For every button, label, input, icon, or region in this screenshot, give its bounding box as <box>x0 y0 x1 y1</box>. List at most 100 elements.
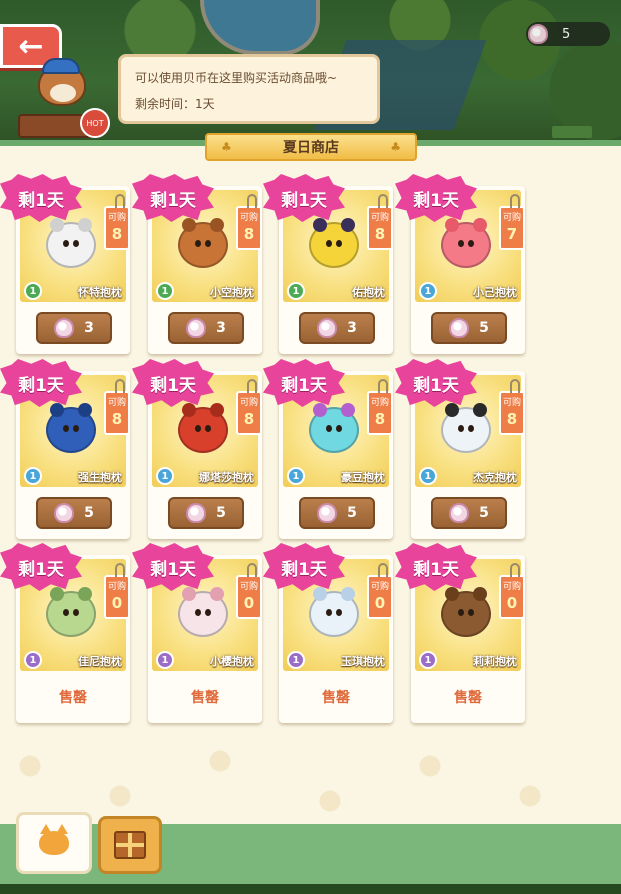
shop-item-card[interactable]: 剩1天 可购 8 1 小空抱枕 3 <box>132 174 262 354</box>
speech-line-intro: 可以使用贝币在这里购买活动商品哦~ <box>135 71 338 85</box>
item-name: 佑抱枕 <box>352 286 385 299</box>
sold-out-label: 售罄 <box>322 690 350 706</box>
item-price: 5 <box>479 320 489 336</box>
buy-limit-label: 可购 <box>370 213 389 223</box>
pond-decoration <box>200 0 320 55</box>
tier-badge: 1 <box>156 282 174 300</box>
shell-coin-icon <box>449 503 470 523</box>
shell-coin-count: 5 <box>562 26 571 42</box>
pillow-pet-icon <box>441 587 491 637</box>
shop-item-card[interactable]: 剩1天 可购 8 1 怀特抱枕 3 <box>0 174 130 354</box>
hot-sign: HOT <box>80 108 110 138</box>
tier-badge: 1 <box>419 282 437 300</box>
buy-limit-label: 可购 <box>239 582 258 592</box>
shop-title: 夏日商店 <box>283 140 339 156</box>
buy-button[interactable]: 5 <box>299 497 375 529</box>
shop-item-card[interactable]: 剩1天 可购 8 1 豪豆抱枕 5 <box>263 359 393 539</box>
item-name: 小空抱枕 <box>210 286 254 299</box>
shop-item-card[interactable]: 剩1天 可购 8 1 娜塔莎抱枕 5 <box>132 359 262 539</box>
buy-limit-label: 可购 <box>370 582 389 592</box>
item-name: 娜塔莎抱枕 <box>199 471 254 484</box>
tier-badge: 1 <box>24 467 42 485</box>
shopkeeper-speech-bubble: 可以使用贝币在这里购买活动商品哦~ 剩余时间：1天 <box>118 54 380 124</box>
item-price: 3 <box>84 320 94 336</box>
buy-limit-count: 7 <box>506 225 518 243</box>
shell-coin-icon <box>528 24 548 44</box>
pillow-pet-icon <box>178 587 228 637</box>
shop-item-card[interactable]: 剩1天 可购 8 1 杰克抱枕 5 <box>395 359 525 539</box>
pillow-pet-icon <box>178 403 228 453</box>
sold-out-label: 售罄 <box>191 690 219 706</box>
buy-limit-label: 可购 <box>239 398 258 408</box>
pillow-pet-icon <box>309 403 359 453</box>
shop-item-card[interactable]: 剩1天 可购 0 1 佳尼抱枕 售罄 <box>0 543 130 723</box>
buy-limit-count: 8 <box>111 225 123 243</box>
pillow-pet-icon <box>46 403 96 453</box>
buy-button[interactable]: 5 <box>168 497 244 529</box>
buy-button[interactable]: 3 <box>36 312 112 344</box>
pillow-pet-icon <box>441 403 491 453</box>
buy-limit-tag: 可购 0 <box>367 563 393 619</box>
buy-limit-tag: 可购 0 <box>104 563 130 619</box>
shop-item-card[interactable]: 剩1天 可购 8 1 强生抱枕 5 <box>0 359 130 539</box>
item-name: 豪豆抱枕 <box>341 471 385 484</box>
tier-badge: 1 <box>287 651 305 669</box>
tier-badge: 1 <box>24 651 42 669</box>
pillow-pet-icon <box>309 587 359 637</box>
item-name: 杰克抱枕 <box>473 471 517 484</box>
buy-limit-count: 8 <box>374 225 386 243</box>
item-name: 小樱抱枕 <box>210 655 254 668</box>
tier-badge: 1 <box>287 282 305 300</box>
tier-badge: 1 <box>419 467 437 485</box>
shell-coin-icon <box>54 503 75 523</box>
buy-limit-tag: 可购 8 <box>499 379 525 435</box>
shop-item-card[interactable]: 剩1天 可购 7 1 小己抱枕 5 <box>395 174 525 354</box>
buy-limit-label: 可购 <box>370 398 389 408</box>
bottom-tab-bar <box>0 812 621 894</box>
item-name: 莉莉抱枕 <box>473 655 517 668</box>
item-name: 怀特抱枕 <box>78 286 122 299</box>
tab-gifts[interactable] <box>98 816 162 874</box>
shop-item-card[interactable]: 剩1天 可购 0 1 莉莉抱枕 售罄 <box>395 543 525 723</box>
speech-line-time-left: 剩余时间：1天 <box>135 97 215 111</box>
shop-item-card[interactable]: 剩1天 可购 0 1 小樱抱枕 售罄 <box>132 543 262 723</box>
shell-coin-icon <box>449 318 470 338</box>
item-name: 小己抱枕 <box>473 286 517 299</box>
tab-pets[interactable] <box>16 812 92 874</box>
pillow-pet-icon <box>46 587 96 637</box>
buy-button[interactable]: 5 <box>431 497 507 529</box>
buy-button[interactable]: 3 <box>168 312 244 344</box>
tier-badge: 1 <box>287 467 305 485</box>
buy-button[interactable]: 5 <box>431 312 507 344</box>
item-name: 佳尼抱枕 <box>78 655 122 668</box>
buy-limit-tag: 可购 0 <box>236 563 262 619</box>
scene-marker <box>552 126 592 138</box>
gift-icon <box>114 831 146 859</box>
tier-badge: 1 <box>419 651 437 669</box>
buy-limit-tag: 可购 0 <box>499 563 525 619</box>
sold-out-label: 售罄 <box>59 690 87 706</box>
item-price: 3 <box>347 320 357 336</box>
shop-item-card[interactable]: 剩1天 可购 0 1 玉琪抱枕 售罄 <box>263 543 393 723</box>
buy-limit-tag: 可购 7 <box>499 194 525 250</box>
buy-limit-count: 0 <box>374 594 386 612</box>
buy-limit-label: 可购 <box>239 213 258 223</box>
shopkeeper-mascot: HOT <box>18 58 110 138</box>
shell-coin-icon <box>54 318 75 338</box>
buy-limit-count: 0 <box>506 594 518 612</box>
buy-limit-label: 可购 <box>502 213 521 223</box>
shop-item-card[interactable]: 剩1天 可购 8 1 佑抱枕 3 <box>263 174 393 354</box>
buy-limit-tag: 可购 8 <box>367 194 393 250</box>
item-price: 5 <box>479 505 489 521</box>
buy-limit-tag: 可购 8 <box>104 379 130 435</box>
item-price: 5 <box>216 505 226 521</box>
cat-icon <box>39 824 69 855</box>
item-name: 强生抱枕 <box>78 471 122 484</box>
buy-limit-count: 8 <box>111 410 123 428</box>
buy-button[interactable]: 3 <box>299 312 375 344</box>
pillow-pet-icon <box>309 218 359 268</box>
shell-coin-icon <box>186 318 207 338</box>
buy-button[interactable]: 5 <box>36 497 112 529</box>
buy-limit-count: 0 <box>111 594 123 612</box>
pillow-pet-icon <box>441 218 491 268</box>
